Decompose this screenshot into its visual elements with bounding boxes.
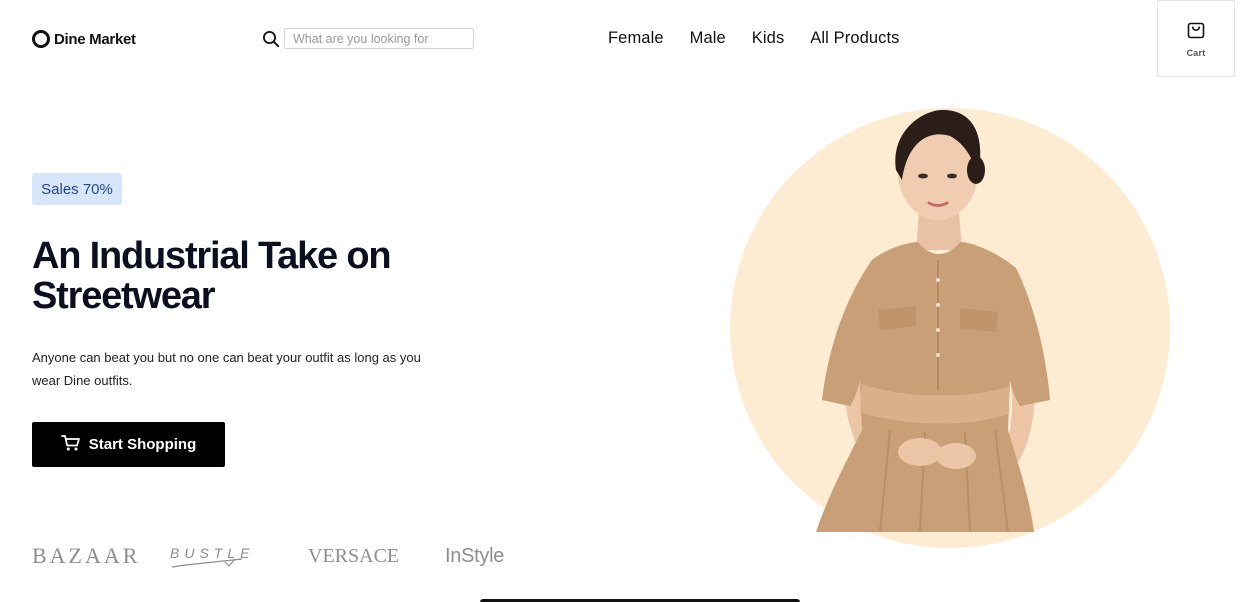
brand-logo-versace: VERSACE xyxy=(308,544,400,567)
hero-headline-line1: An Industrial Take on xyxy=(32,235,392,277)
start-shopping-label: Start Shopping xyxy=(88,436,197,453)
shopping-bag-icon xyxy=(1187,20,1205,44)
sale-badge: Sales 70% xyxy=(32,173,122,205)
page: Dine Market Female Male Kids All Product… xyxy=(0,0,1256,602)
search-input[interactable] xyxy=(284,28,474,49)
hero-model-image xyxy=(816,109,1050,532)
search-icon[interactable] xyxy=(262,28,284,49)
logo-text: Dine Market xyxy=(54,30,136,48)
hero-subtext: Anyone can beat you but no one can beat … xyxy=(32,350,421,388)
nav-item-kids[interactable]: Kids xyxy=(752,29,785,48)
brand-logo-bazaar: BAZAAR xyxy=(32,543,141,568)
brand-logo-instyle: InStyle xyxy=(445,544,505,567)
brand-logo-bustle: BUSTLE xyxy=(170,540,308,572)
cart-button[interactable]: Cart xyxy=(1157,0,1235,77)
nav-item-male[interactable]: Male xyxy=(690,29,726,48)
brand-logos: BAZAAR BUSTLE VERSACE InStyle xyxy=(32,538,504,574)
hero-headline: An Industrial Take on Streetwear xyxy=(32,236,472,316)
cart-icon xyxy=(60,434,81,456)
nav-item-all-products[interactable]: All Products xyxy=(810,29,899,48)
main-nav: Female Male Kids All Products xyxy=(608,29,900,48)
site-logo[interactable]: Dine Market xyxy=(32,30,136,48)
search-bar xyxy=(262,28,474,49)
cart-label: Cart xyxy=(1186,47,1206,58)
nav-item-female[interactable]: Female xyxy=(608,29,664,48)
hero-headline-line2: Streetwear xyxy=(32,275,216,317)
start-shopping-button[interactable]: Start Shopping xyxy=(32,422,225,467)
logo-ring-icon xyxy=(32,30,50,48)
